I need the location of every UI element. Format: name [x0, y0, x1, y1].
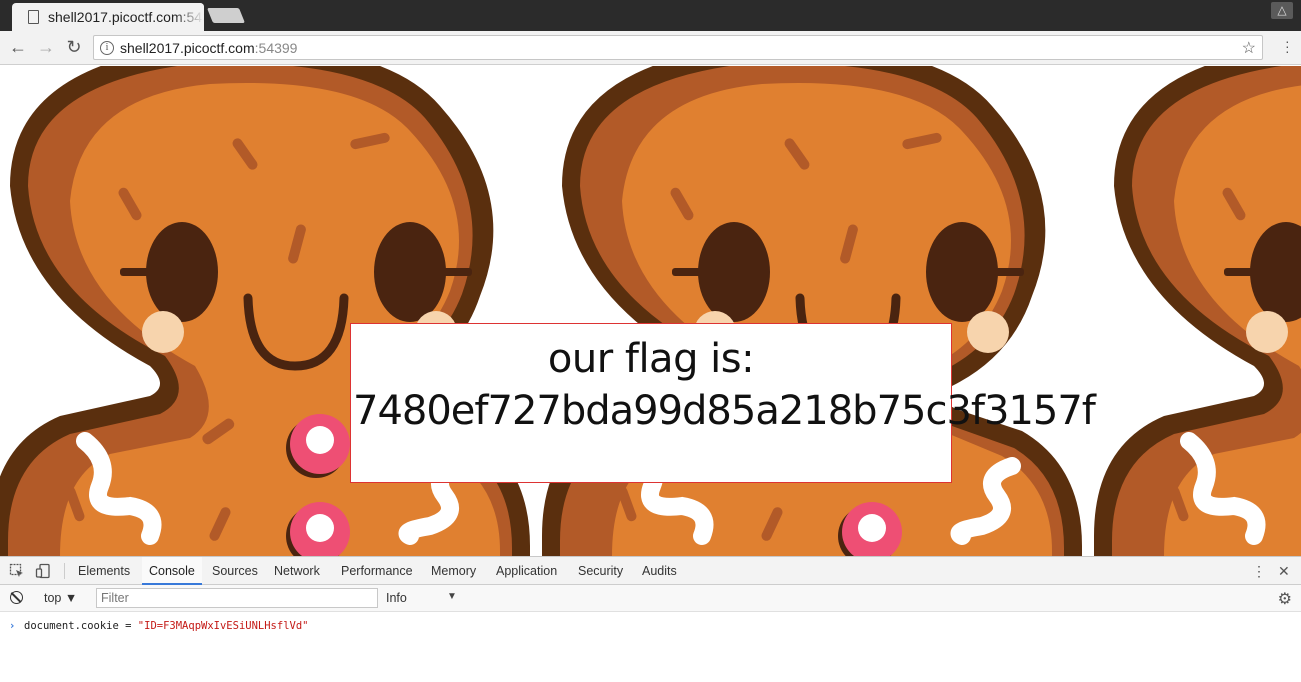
console-output[interactable]: › document.cookie = "ID=F3MAqpWxIvESiUNL…	[0, 613, 1301, 682]
star-icon[interactable]: ☆	[1242, 38, 1256, 58]
console-code: document.cookie =	[24, 620, 138, 632]
tab-console[interactable]: Console	[142, 557, 202, 585]
clear-console-icon[interactable]	[10, 591, 23, 604]
console-toolbar: top ▼ Info ▼ ⚙	[0, 585, 1301, 612]
reload-icon[interactable]: ↻	[64, 37, 84, 57]
inspect-icon[interactable]	[9, 563, 25, 579]
devtools-tabbar: Elements Console Sources Network Perform…	[0, 557, 1301, 585]
chevron-down-icon[interactable]: ▼	[447, 591, 457, 602]
url-port: :54399	[254, 39, 298, 56]
gingerbread-man-right	[1094, 66, 1301, 556]
tab-performance[interactable]: Performance	[334, 557, 420, 585]
page-viewport: our flag is: 7480ef727bda99d85a218b75c3f…	[0, 66, 1301, 556]
address-bar[interactable]: i shell2017.picoctf.com:54399 ☆	[93, 35, 1263, 60]
tab-security[interactable]: Security	[571, 557, 630, 585]
flag-box: our flag is: 7480ef727bda99d85a218b75c3f…	[350, 323, 1096, 483]
tab-application[interactable]: Application	[489, 557, 564, 585]
prompt-chevron-icon: ›	[9, 620, 16, 632]
device-icon[interactable]	[35, 563, 51, 579]
flag-heading: our flag is:	[547, 336, 755, 382]
url-host: shell2017.picoctf.com	[120, 39, 255, 56]
console-string: "ID=F3MAqpWxIvESiUNLHsflVd"	[137, 620, 309, 632]
page-icon	[28, 10, 39, 24]
window-user-icon[interactable]: △	[1271, 2, 1293, 19]
tab-elements[interactable]: Elements	[71, 557, 137, 585]
console-line: › document.cookie = "ID=F3MAqpWxIvESiUNL…	[0, 618, 1301, 634]
forward-arrow-icon[interactable]: →	[36, 37, 56, 57]
context-select[interactable]: top ▼	[44, 591, 77, 605]
devtools-panel: Elements Console Sources Network Perform…	[0, 556, 1301, 681]
tab-strip: shell2017.picoctf.com:54399 △	[0, 0, 1301, 31]
tab-audits[interactable]: Audits	[635, 557, 684, 585]
tab-memory[interactable]: Memory	[424, 557, 483, 585]
settings-gear-icon[interactable]: ⚙	[1278, 589, 1292, 609]
menu-dots-icon[interactable]: · · ·	[1285, 34, 1290, 58]
back-arrow-icon[interactable]: ←	[8, 37, 28, 57]
browser-tab[interactable]: shell2017.picoctf.com:54399	[12, 3, 204, 31]
tab-sources[interactable]: Sources	[205, 557, 265, 585]
info-icon[interactable]: i	[100, 40, 114, 55]
filter-input[interactable]	[96, 588, 378, 608]
close-icon[interactable]: ✕	[1278, 563, 1290, 580]
browser-toolbar: ← → ↻ i shell2017.picoctf.com:54399 ☆ · ·…	[0, 31, 1301, 65]
flag-value: 7480ef727bda99d85a218b75c3f3157f	[353, 388, 1096, 434]
new-tab-button[interactable]	[206, 8, 246, 23]
tab-network[interactable]: Network	[267, 557, 327, 585]
menu-dots-icon[interactable]: ⋮	[1252, 563, 1266, 580]
